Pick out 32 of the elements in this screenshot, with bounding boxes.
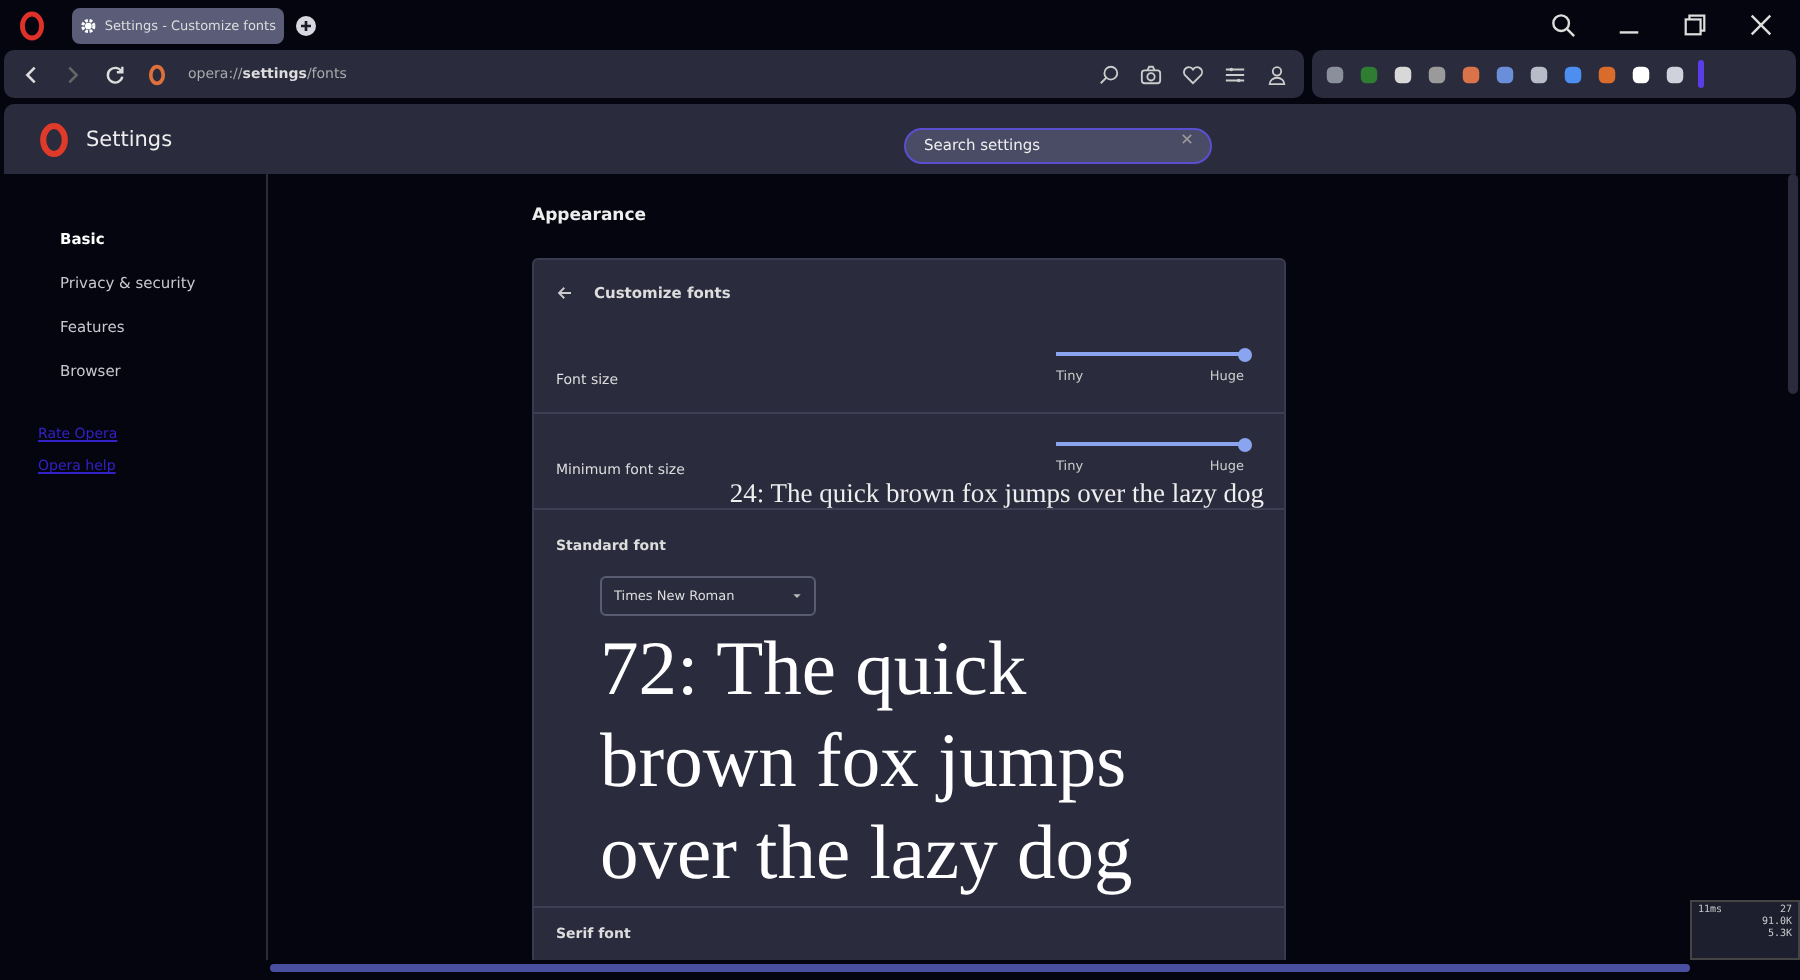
font-preview: 72: The quick brown fox jumps over the lazy dog bbox=[600, 626, 1135, 900]
lens-icon[interactable] bbox=[1098, 63, 1120, 85]
reload-icon[interactable] bbox=[104, 63, 126, 85]
restore-icon[interactable] bbox=[1682, 12, 1708, 38]
slider-thumb[interactable] bbox=[1237, 347, 1251, 361]
extension-icon[interactable] bbox=[1392, 63, 1414, 85]
sidebar-toggle[interactable] bbox=[1698, 60, 1704, 88]
slider-thumb[interactable] bbox=[1237, 437, 1251, 451]
sliders-icon[interactable] bbox=[1224, 63, 1246, 85]
extension-icon[interactable] bbox=[1528, 63, 1550, 85]
opera-logo-icon bbox=[146, 63, 168, 85]
section-title: Appearance bbox=[532, 206, 649, 230]
page-title: Settings bbox=[86, 127, 173, 151]
opera-logo-icon[interactable] bbox=[16, 9, 48, 41]
extension-icon[interactable] bbox=[1630, 63, 1652, 85]
gear-icon bbox=[80, 15, 97, 35]
forward-icon[interactable] bbox=[62, 63, 84, 85]
caret-icon bbox=[792, 592, 802, 600]
camera-icon[interactable] bbox=[1140, 63, 1162, 85]
font-preview: 24: The quick brown fox jumps over the lazy dog bbox=[727, 478, 1264, 508]
back-icon[interactable] bbox=[20, 63, 42, 85]
opera-logo-icon bbox=[36, 121, 72, 157]
scrollbar-thumb[interactable] bbox=[1788, 174, 1798, 394]
back-arrow-icon[interactable] bbox=[556, 283, 574, 301]
heart-icon[interactable] bbox=[1182, 63, 1204, 85]
clear-icon[interactable] bbox=[1180, 131, 1194, 145]
scrollbar-thumb[interactable] bbox=[270, 964, 1690, 972]
close-icon[interactable] bbox=[1748, 12, 1774, 38]
person-icon[interactable] bbox=[1266, 63, 1288, 85]
new-tab-icon[interactable] bbox=[296, 15, 316, 35]
search-icon[interactable] bbox=[1550, 12, 1576, 38]
extension-icon[interactable] bbox=[1664, 63, 1686, 85]
